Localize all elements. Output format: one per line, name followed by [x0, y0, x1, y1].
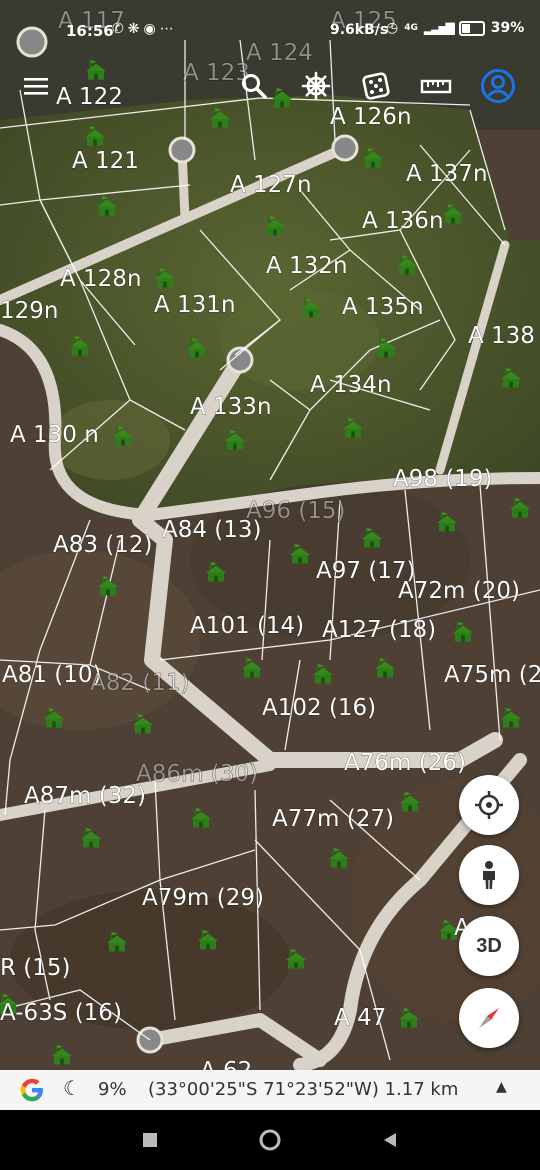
account-button[interactable]	[480, 68, 516, 104]
status-right: ◷ 4G ▂▃▅▇ 39%	[386, 20, 524, 36]
cul-de-sac	[168, 136, 196, 164]
parcel-label[interactable]: A 62	[200, 1058, 253, 1070]
home-button[interactable]	[258, 1128, 282, 1152]
parcel-label[interactable]: A79m (29)	[142, 885, 265, 912]
parcel-label[interactable]: A102 (16)	[262, 695, 377, 722]
parcel-label[interactable]: A84 (13)	[162, 517, 262, 544]
more-dots-icon: ⋯	[159, 21, 178, 37]
parcel-label[interactable]: A 136n	[362, 208, 444, 235]
parcel-label[interactable]: A76m (26)	[344, 750, 467, 777]
parcel-label[interactable]: A81 (10)	[2, 662, 102, 689]
system-nav-bar	[0, 1110, 540, 1170]
info-bar[interactable]: ☾ 9% (33°00'25"S 71°23'52"W) 1.17 km ▲	[0, 1070, 540, 1110]
ruler-button[interactable]	[418, 68, 454, 104]
wheel-button[interactable]	[298, 68, 334, 104]
ruler-icon	[420, 79, 452, 94]
google-logo	[20, 1078, 43, 1102]
wheel-icon	[301, 71, 331, 101]
panda-icon: ◉	[143, 21, 160, 37]
cul-de-sac	[331, 134, 359, 162]
parcel-label[interactable]: A 127n	[230, 172, 312, 199]
menu-icon	[24, 78, 48, 95]
search-button[interactable]	[236, 68, 272, 104]
parcel-label[interactable]: A 121	[72, 148, 140, 175]
parcel-label[interactable]: A-63S (16)	[0, 1000, 122, 1027]
parcel-label[interactable]: A77m (27)	[272, 806, 395, 833]
signal-icon: ▂▃▅▇	[423, 21, 455, 35]
parcel-label[interactable]: A 134n	[310, 372, 392, 399]
parcel-label[interactable]: A 133n	[190, 394, 272, 421]
whatsapp-icon: ✆	[112, 21, 128, 37]
parcel-label[interactable]: A82 (11)	[90, 670, 190, 697]
battery-icon	[458, 20, 485, 36]
parcel-label[interactable]: A87m (32)	[24, 783, 147, 810]
menu-button[interactable]	[18, 68, 54, 104]
parcel-label[interactable]: A72m (20)	[398, 578, 521, 605]
parcel-label[interactable]: A 131n	[154, 292, 236, 319]
view-3d-label: 3D	[476, 934, 502, 957]
street-view-button[interactable]	[459, 845, 519, 905]
notification-icons: ✆❋◉⋯	[112, 21, 178, 37]
status-bar: 16:56 ✆❋◉⋯ 9.6kB/s ◷ 4G ▂▃▅▇ 39%	[0, 0, 540, 60]
dice-button[interactable]	[358, 68, 394, 104]
map-toolbar	[0, 62, 540, 110]
view-3d-button[interactable]: 3D	[459, 916, 519, 976]
locate-button[interactable]	[459, 775, 519, 835]
recent-apps-button[interactable]	[138, 1128, 162, 1152]
recent-apps-icon	[143, 1133, 157, 1147]
network-type: 4G	[404, 23, 418, 33]
home-icon	[259, 1129, 281, 1151]
compass-button[interactable]	[459, 988, 519, 1048]
network-speed: 9.6kB/s	[330, 22, 389, 38]
pegman-icon	[483, 861, 495, 889]
crosshair-icon	[475, 791, 503, 819]
parcel-label[interactable]: A101 (14)	[190, 613, 305, 640]
fan-icon: ❋	[127, 21, 144, 37]
parcel-label[interactable]: A 135n	[342, 294, 424, 321]
parcel-label[interactable]: R (15)	[0, 955, 71, 982]
coordinates-readout: (33°00'25"S 71°23'52"W) 1.17 km	[148, 1079, 459, 1100]
parcel-label[interactable]: A 128n	[60, 266, 142, 293]
gps-accuracy: 9%	[98, 1079, 127, 1100]
back-button[interactable]	[378, 1128, 402, 1152]
parcel-label[interactable]: A 137n	[406, 161, 488, 188]
parcel-label[interactable]: A127 (18)	[322, 617, 437, 644]
map-view[interactable]: A 122A 123A 124A 125A 117A 126nA 121A 12…	[0, 0, 540, 1070]
compass-icon	[479, 1008, 499, 1028]
parcel-label[interactable]: A 138	[468, 323, 536, 350]
back-icon	[384, 1133, 396, 1147]
search-icon	[242, 74, 267, 99]
account-icon	[481, 69, 515, 103]
alarm-icon: ◷	[386, 20, 399, 36]
parcel-label[interactable]: A83 (12)	[53, 532, 153, 559]
caret-up-icon[interactable]: ▲	[496, 1079, 507, 1095]
parcel-label[interactable]: A86m (30)	[136, 761, 259, 788]
dice-icon	[362, 72, 390, 100]
parcel-label[interactable]: A 132n	[266, 253, 348, 280]
parcel-label[interactable]: A 47	[334, 1005, 387, 1032]
screen: A 122 A 123 A 124 A 125 A 117 A 126n A 121 A 12…	[0, 0, 540, 1170]
parcel-label[interactable]: A75m (2	[444, 662, 540, 689]
gps-accuracy-icon: ☾	[63, 1076, 81, 1100]
parcel-label[interactable]: A 130 n	[10, 422, 100, 449]
status-time: 16:56	[66, 22, 114, 40]
parcel-label[interactable]: A98 (19)	[393, 466, 493, 493]
battery-percent: 39%	[490, 20, 525, 36]
parcel-label[interactable]: 129n	[0, 298, 59, 325]
